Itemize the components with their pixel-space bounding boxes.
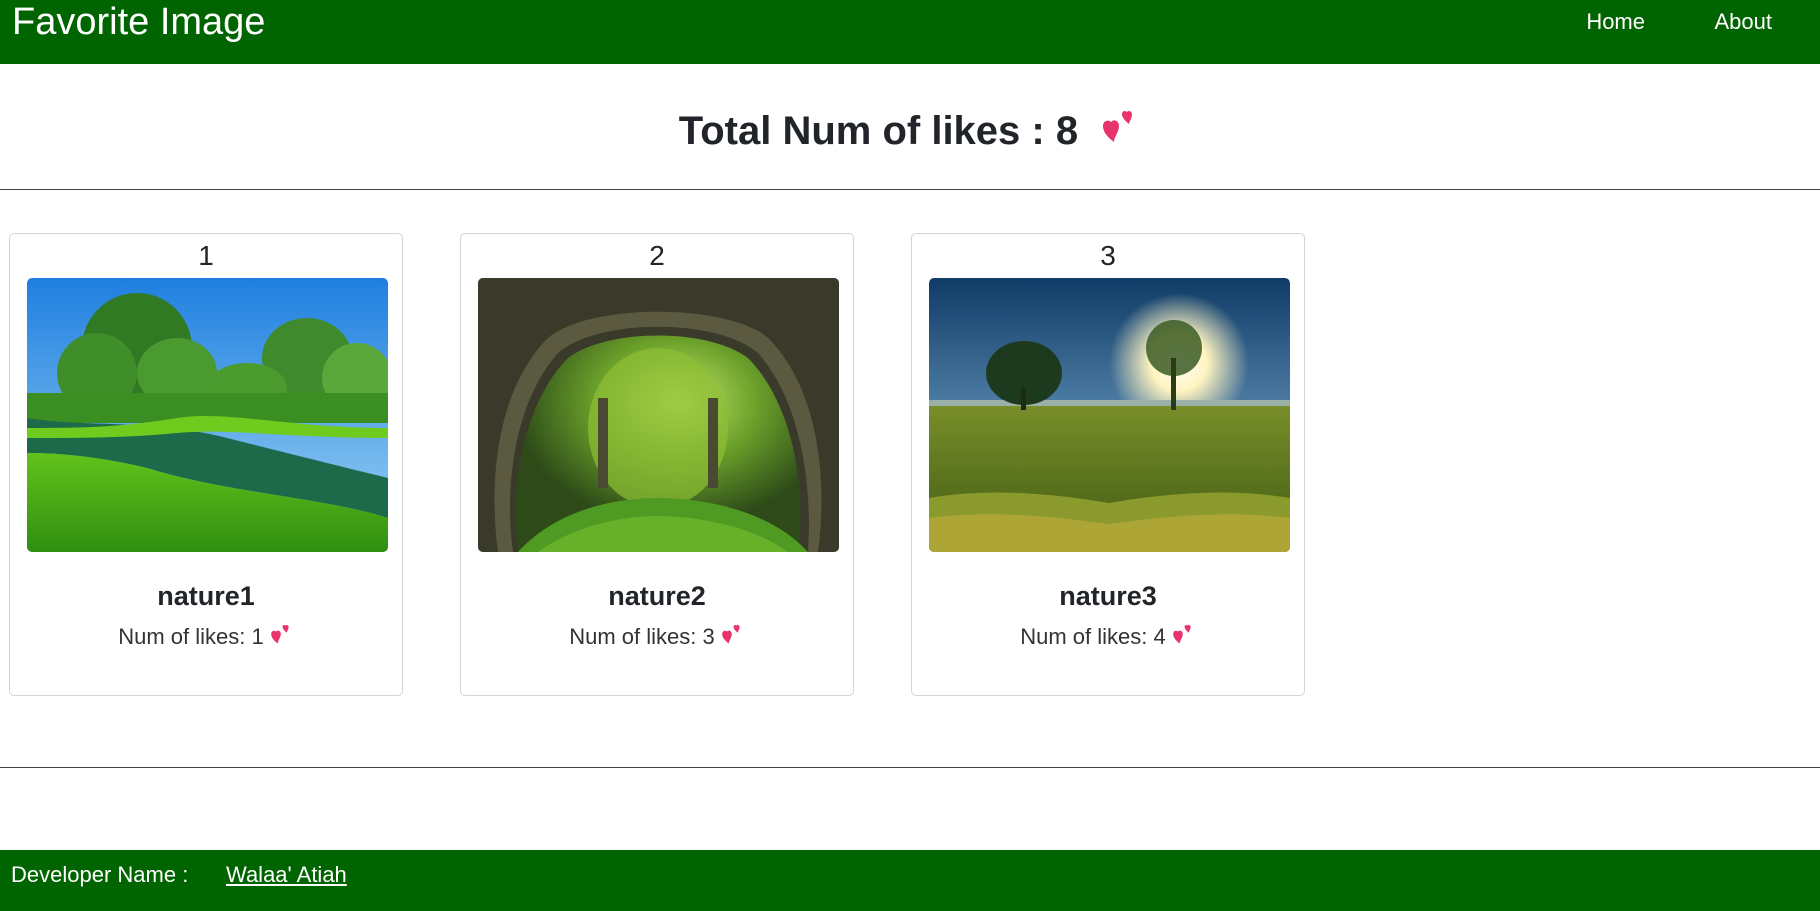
total-likes-heading: Total Num of likes : 8 xyxy=(0,104,1820,160)
brand-title[interactable]: Favorite Image xyxy=(12,2,265,42)
card-number: 1 xyxy=(198,240,214,271)
card-likes: Num of likes: 4 xyxy=(912,622,1304,654)
card-likes-label: Num of likes: 1 xyxy=(118,624,264,649)
two-hearts-icon[interactable] xyxy=(270,622,294,654)
nav-about-link[interactable]: About xyxy=(1715,9,1773,35)
card-image-nature3[interactable] xyxy=(929,278,1290,552)
card-title: nature2 xyxy=(608,581,706,611)
developer-name-label: Developer Name : xyxy=(11,862,189,887)
card-image-nature1[interactable] xyxy=(27,278,388,552)
card-likes: Num of likes: 3 xyxy=(461,622,853,654)
card-number: 2 xyxy=(649,240,665,271)
nav-home-link[interactable]: Home xyxy=(1586,9,1645,35)
card-likes-label: Num of likes: 3 xyxy=(569,624,715,649)
forest-tunnel-image xyxy=(478,278,839,552)
card-likes-label: Num of likes: 4 xyxy=(1020,624,1166,649)
image-card-3: 3 nature3 Num of likes: 4 xyxy=(911,233,1305,696)
card-number: 3 xyxy=(1100,240,1116,271)
bottom-divider xyxy=(0,767,1820,768)
two-hearts-icon xyxy=(1101,106,1141,160)
card-likes: Num of likes: 1 xyxy=(10,622,402,654)
sunset-field-image xyxy=(929,278,1290,552)
two-hearts-icon[interactable] xyxy=(1172,622,1196,654)
card-image-nature2[interactable] xyxy=(478,278,839,552)
total-likes-label: Total Num of likes : 8 xyxy=(678,109,1079,153)
footer: Developer Name : Walaa' Atiah xyxy=(0,850,1820,911)
card-title: nature1 xyxy=(157,581,255,611)
card-title: nature3 xyxy=(1059,581,1157,611)
top-divider xyxy=(0,189,1820,190)
image-card-2: 2 nature2 Num of likes: 3 xyxy=(460,233,854,696)
developer-name-link[interactable]: Walaa' Atiah xyxy=(226,860,347,890)
image-card-1: 1 nature1 Num of likes: 1 xyxy=(9,233,403,696)
top-navbar: Favorite Image Home About xyxy=(0,0,1820,64)
river-meadow-image xyxy=(27,278,388,552)
two-hearts-icon[interactable] xyxy=(721,622,745,654)
